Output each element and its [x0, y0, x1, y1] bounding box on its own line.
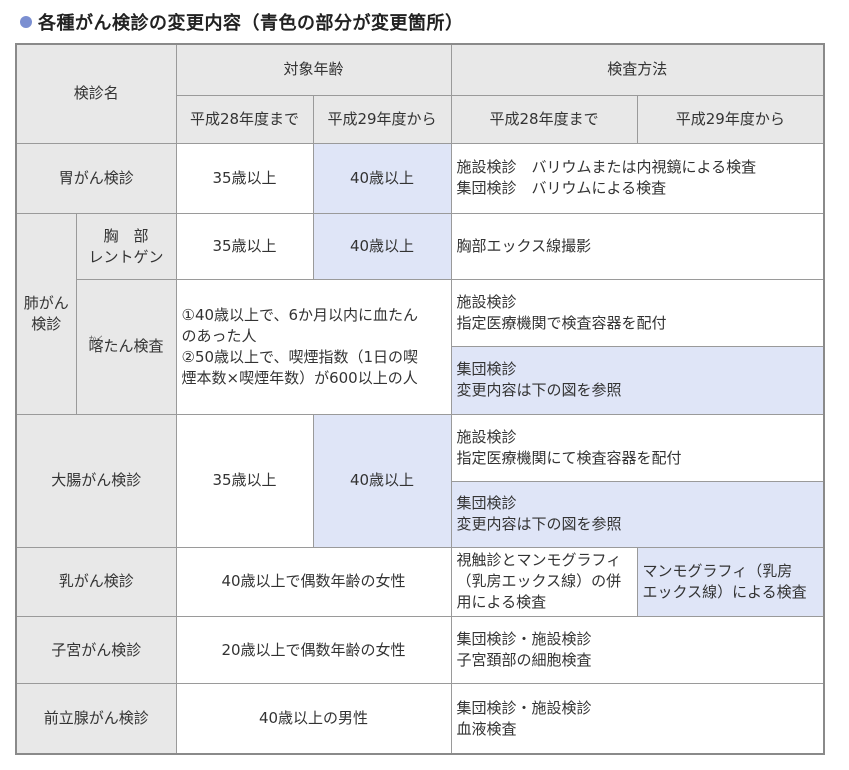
header-name: 検診名 [15, 43, 177, 144]
screening-table: 検診名 対象年齢 検査方法 平成28年度まで 平成29年度から 平成28年度まで… [15, 43, 826, 755]
prostate-method: 集団検診・施設検診 血液検査 [450, 683, 825, 755]
breast-method-h28-line-2: （乳房エックス線）の併 [456, 572, 622, 591]
lung-sputum-age: ①40歳以上で、6か月以内に血たん のあった人 ②50歳以上で、喫煙指数（1日の… [175, 279, 452, 415]
uterus-method-line-2: 子宮頚部の細胞検査 [456, 651, 592, 670]
prostate-name: 前立腺がん検診 [15, 683, 177, 755]
colon-method-facility: 施設検診 指定医療機関にて検査容器を配付 [450, 413, 825, 482]
row-breast: 乳がん検診 40歳以上で偶数年齢の女性 視触診とマンモグラフィ （乳房エックス線… [15, 546, 825, 618]
row-colon-1: 大腸がん検診 35歳以上 40歳以上 施設検診 指定医療機関にて検査容器を配付 [15, 413, 825, 548]
row-lung-sputum-1: かく 喀たん検査 ①40歳以上で、6か月以内に血たん のあった人 ②50歳以上で… [16, 279, 825, 415]
row-stomach: 胃がん検診 35歳以上 40歳以上 施設検診 バリウムまたは内視鏡による検査 集… [15, 142, 825, 214]
lung-chest-name: 胸 部 レントゲン [75, 212, 177, 281]
lung-sputum-furigana: かく [88, 335, 105, 345]
lung-sputum-method1-line-2: 指定医療機関で検査容器を配付 [456, 314, 667, 333]
breast-method-h28: 視触診とマンモグラフィ （乳房エックス線）の併 用による検査 [450, 546, 638, 618]
stomach-age-h28: 35歳以上 [175, 142, 314, 214]
colon-method2-line-1: 集団検診 [456, 494, 517, 513]
uterus-age: 20歳以上で偶数年齢の女性 [175, 616, 452, 685]
lung-chest-age-h29: 40歳以上 [312, 212, 452, 281]
lung-sputum-name: かく 喀たん検査 [75, 279, 177, 415]
header-method-h28: 平成28年度まで [450, 94, 638, 144]
lung-sputum-age-line-2: のあった人 [181, 326, 257, 345]
lung-sputum-age-line-1: ①40歳以上で、6か月以内に血たん [181, 305, 418, 324]
header-age-h28: 平成28年度まで [175, 94, 314, 144]
row-lung-chest: 肺がん 検診 胸 部 レントゲン 35歳以上 40歳以上 胸部エックス線撮影 [15, 212, 825, 415]
lung-chest-method: 胸部エックス線撮影 [450, 212, 825, 281]
lung-chest-name-line-1: 胸 部 [103, 226, 149, 245]
colon-age-h29: 40歳以上 [312, 413, 452, 548]
lung-sputum-age-line-4: 煙本数×喫煙年数）が600以上の人 [181, 368, 418, 387]
stomach-method-line-1: 施設検診 バリウムまたは内視鏡による検査 [456, 158, 757, 177]
stomach-age-h29: 40歳以上 [312, 142, 452, 214]
uterus-method: 集団検診・施設検診 子宮頚部の細胞検査 [450, 616, 825, 685]
row-uterus: 子宮がん検診 20歳以上で偶数年齢の女性 集団検診・施設検診 子宮頚部の細胞検査 [15, 616, 825, 685]
lung-sputum-name-wrap: かく 喀たん検査 [89, 335, 164, 355]
prostate-method-line-1: 集団検診・施設検診 [456, 698, 592, 717]
breast-method-h28-line-3: 用による検査 [456, 593, 547, 612]
uterus-method-line-1: 集団検診・施設検診 [456, 630, 592, 649]
stomach-name: 胃がん検診 [15, 142, 177, 214]
breast-age: 40歳以上で偶数年齢の女性 [175, 546, 452, 618]
lung-chest-age-h28: 35歳以上 [175, 212, 314, 281]
header-method: 検査方法 [450, 43, 825, 96]
header-row-1: 検診名 対象年齢 検査方法 [15, 43, 825, 144]
uterus-name: 子宮がん検診 [15, 616, 177, 685]
colon-method-group: 集団検診 変更内容は下の図を参照 [450, 480, 825, 548]
page-title: 各種がん検診の変更内容（青色の部分が変更箇所） [38, 13, 464, 34]
lung-sputum-method-group: 集団検診 変更内容は下の図を参照 [450, 346, 825, 415]
header-method-h29: 平成29年度から [636, 94, 825, 144]
lung-sputum-method2-line-2: 変更内容は下の図を参照 [456, 381, 622, 400]
header-age: 対象年齢 [175, 43, 452, 96]
stomach-method: 施設検診 バリウムまたは内視鏡による検査 集団検診 バリウムによる検査 [450, 142, 825, 214]
colon-age-h28: 35歳以上 [175, 413, 314, 548]
colon-name: 大腸がん検診 [15, 413, 177, 548]
breast-method-h29-line-1: マンモグラフィ（乳房 [642, 561, 793, 580]
stomach-method-line-2: 集団検診 バリウムによる検査 [456, 179, 667, 198]
prostate-method-line-2: 血液検査 [456, 719, 517, 738]
row-prostate: 前立腺がん検診 40歳以上の男性 集団検診・施設検診 血液検査 [15, 683, 825, 755]
lung-sputum-age-line-3: ②50歳以上で、喫煙指数（1日の喫 [181, 347, 418, 366]
bullet-icon [20, 16, 32, 28]
breast-method-h29-line-2: エックス線）による検査 [642, 582, 807, 601]
colon-method2-line-2: 変更内容は下の図を参照 [456, 515, 622, 534]
title-row: 各種がん検診の変更内容（青色の部分が変更箇所） [20, 9, 464, 35]
header-age-h29: 平成29年度から [312, 94, 452, 144]
breast-method-h28-line-1: 視触診とマンモグラフィ [456, 551, 622, 570]
lung-sputum-method2-line-1: 集団検診 [456, 360, 517, 379]
breast-name: 乳がん検診 [15, 546, 177, 618]
lung-name: 肺がん 検診 [15, 212, 77, 415]
lung-name-line-2: 検診 [31, 314, 62, 333]
lung-sputum-method1-line-1: 施設検診 [456, 293, 517, 312]
prostate-age: 40歳以上の男性 [175, 683, 452, 755]
colon-method1-line-2: 指定医療機関にて検査容器を配付 [456, 448, 682, 467]
lung-sputum-method-facility: 施設検診 指定医療機関で検査容器を配付 [450, 279, 825, 348]
breast-method-h29: マンモグラフィ（乳房 エックス線）による検査 [636, 546, 825, 618]
colon-method1-line-1: 施設検診 [456, 427, 517, 446]
lung-chest-name-line-2: レントゲン [88, 247, 164, 266]
lung-name-line-1: 肺がん [23, 293, 69, 312]
